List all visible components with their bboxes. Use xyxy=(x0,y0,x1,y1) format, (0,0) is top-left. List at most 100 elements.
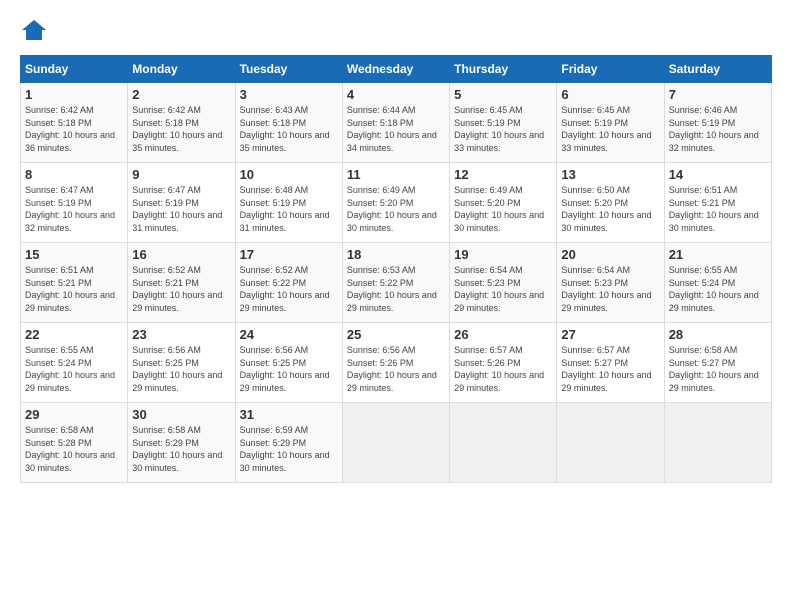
day-info: Sunrise: 6:54 AMSunset: 5:23 PMDaylight:… xyxy=(561,265,651,313)
day-number: 20 xyxy=(561,247,659,262)
calendar-cell: 13 Sunrise: 6:50 AMSunset: 5:20 PMDaylig… xyxy=(557,163,664,243)
day-number: 27 xyxy=(561,327,659,342)
calendar-cell: 14 Sunrise: 6:51 AMSunset: 5:21 PMDaylig… xyxy=(664,163,771,243)
day-number: 12 xyxy=(454,167,552,182)
weekday-header-sunday: Sunday xyxy=(21,56,128,83)
calendar-cell: 15 Sunrise: 6:51 AMSunset: 5:21 PMDaylig… xyxy=(21,243,128,323)
calendar-cell: 2 Sunrise: 6:42 AMSunset: 5:18 PMDayligh… xyxy=(128,83,235,163)
day-number: 8 xyxy=(25,167,123,182)
day-number: 4 xyxy=(347,87,445,102)
calendar-cell xyxy=(450,403,557,483)
week-row-2: 8 Sunrise: 6:47 AMSunset: 5:19 PMDayligh… xyxy=(21,163,772,243)
day-number: 14 xyxy=(669,167,767,182)
day-number: 16 xyxy=(132,247,230,262)
calendar-table: SundayMondayTuesdayWednesdayThursdayFrid… xyxy=(20,55,772,483)
day-info: Sunrise: 6:56 AMSunset: 5:26 PMDaylight:… xyxy=(347,345,437,393)
day-info: Sunrise: 6:55 AMSunset: 5:24 PMDaylight:… xyxy=(25,345,115,393)
day-info: Sunrise: 6:55 AMSunset: 5:24 PMDaylight:… xyxy=(669,265,759,313)
day-info: Sunrise: 6:56 AMSunset: 5:25 PMDaylight:… xyxy=(132,345,222,393)
day-info: Sunrise: 6:47 AMSunset: 5:19 PMDaylight:… xyxy=(25,185,115,233)
header xyxy=(20,20,772,45)
calendar-cell xyxy=(342,403,449,483)
day-number: 31 xyxy=(240,407,338,422)
calendar-cell: 22 Sunrise: 6:55 AMSunset: 5:24 PMDaylig… xyxy=(21,323,128,403)
calendar-cell: 24 Sunrise: 6:56 AMSunset: 5:25 PMDaylig… xyxy=(235,323,342,403)
calendar-cell: 12 Sunrise: 6:49 AMSunset: 5:20 PMDaylig… xyxy=(450,163,557,243)
week-row-3: 15 Sunrise: 6:51 AMSunset: 5:21 PMDaylig… xyxy=(21,243,772,323)
day-number: 18 xyxy=(347,247,445,262)
day-info: Sunrise: 6:50 AMSunset: 5:20 PMDaylight:… xyxy=(561,185,651,233)
day-info: Sunrise: 6:54 AMSunset: 5:23 PMDaylight:… xyxy=(454,265,544,313)
calendar-cell: 27 Sunrise: 6:57 AMSunset: 5:27 PMDaylig… xyxy=(557,323,664,403)
day-number: 28 xyxy=(669,327,767,342)
day-info: Sunrise: 6:48 AMSunset: 5:19 PMDaylight:… xyxy=(240,185,330,233)
calendar-cell: 3 Sunrise: 6:43 AMSunset: 5:18 PMDayligh… xyxy=(235,83,342,163)
day-info: Sunrise: 6:46 AMSunset: 5:19 PMDaylight:… xyxy=(669,105,759,153)
day-info: Sunrise: 6:52 AMSunset: 5:22 PMDaylight:… xyxy=(240,265,330,313)
weekday-header-tuesday: Tuesday xyxy=(235,56,342,83)
logo-text xyxy=(20,20,46,45)
calendar-cell: 8 Sunrise: 6:47 AMSunset: 5:19 PMDayligh… xyxy=(21,163,128,243)
calendar-cell: 29 Sunrise: 6:58 AMSunset: 5:28 PMDaylig… xyxy=(21,403,128,483)
calendar-cell: 19 Sunrise: 6:54 AMSunset: 5:23 PMDaylig… xyxy=(450,243,557,323)
day-info: Sunrise: 6:57 AMSunset: 5:27 PMDaylight:… xyxy=(561,345,651,393)
day-number: 11 xyxy=(347,167,445,182)
day-number: 29 xyxy=(25,407,123,422)
calendar-cell: 20 Sunrise: 6:54 AMSunset: 5:23 PMDaylig… xyxy=(557,243,664,323)
day-info: Sunrise: 6:44 AMSunset: 5:18 PMDaylight:… xyxy=(347,105,437,153)
calendar-cell: 30 Sunrise: 6:58 AMSunset: 5:29 PMDaylig… xyxy=(128,403,235,483)
day-info: Sunrise: 6:49 AMSunset: 5:20 PMDaylight:… xyxy=(347,185,437,233)
day-number: 25 xyxy=(347,327,445,342)
calendar-cell: 5 Sunrise: 6:45 AMSunset: 5:19 PMDayligh… xyxy=(450,83,557,163)
calendar-cell: 17 Sunrise: 6:52 AMSunset: 5:22 PMDaylig… xyxy=(235,243,342,323)
day-number: 6 xyxy=(561,87,659,102)
day-number: 7 xyxy=(669,87,767,102)
day-info: Sunrise: 6:59 AMSunset: 5:29 PMDaylight:… xyxy=(240,425,330,473)
day-number: 15 xyxy=(25,247,123,262)
day-number: 2 xyxy=(132,87,230,102)
day-number: 5 xyxy=(454,87,552,102)
day-info: Sunrise: 6:58 AMSunset: 5:28 PMDaylight:… xyxy=(25,425,115,473)
day-number: 3 xyxy=(240,87,338,102)
calendar-cell: 11 Sunrise: 6:49 AMSunset: 5:20 PMDaylig… xyxy=(342,163,449,243)
day-number: 19 xyxy=(454,247,552,262)
calendar-cell xyxy=(664,403,771,483)
week-row-1: 1 Sunrise: 6:42 AMSunset: 5:18 PMDayligh… xyxy=(21,83,772,163)
day-info: Sunrise: 6:42 AMSunset: 5:18 PMDaylight:… xyxy=(132,105,222,153)
day-info: Sunrise: 6:47 AMSunset: 5:19 PMDaylight:… xyxy=(132,185,222,233)
calendar-cell: 23 Sunrise: 6:56 AMSunset: 5:25 PMDaylig… xyxy=(128,323,235,403)
day-info: Sunrise: 6:58 AMSunset: 5:27 PMDaylight:… xyxy=(669,345,759,393)
calendar-cell: 4 Sunrise: 6:44 AMSunset: 5:18 PMDayligh… xyxy=(342,83,449,163)
calendar-cell xyxy=(557,403,664,483)
logo-icon xyxy=(22,20,46,40)
calendar-cell: 9 Sunrise: 6:47 AMSunset: 5:19 PMDayligh… xyxy=(128,163,235,243)
day-number: 26 xyxy=(454,327,552,342)
day-info: Sunrise: 6:58 AMSunset: 5:29 PMDaylight:… xyxy=(132,425,222,473)
week-row-5: 29 Sunrise: 6:58 AMSunset: 5:28 PMDaylig… xyxy=(21,403,772,483)
day-number: 9 xyxy=(132,167,230,182)
calendar-cell: 10 Sunrise: 6:48 AMSunset: 5:19 PMDaylig… xyxy=(235,163,342,243)
day-info: Sunrise: 6:45 AMSunset: 5:19 PMDaylight:… xyxy=(454,105,544,153)
weekday-header-thursday: Thursday xyxy=(450,56,557,83)
day-number: 17 xyxy=(240,247,338,262)
calendar-cell: 18 Sunrise: 6:53 AMSunset: 5:22 PMDaylig… xyxy=(342,243,449,323)
calendar-cell: 21 Sunrise: 6:55 AMSunset: 5:24 PMDaylig… xyxy=(664,243,771,323)
day-info: Sunrise: 6:52 AMSunset: 5:21 PMDaylight:… xyxy=(132,265,222,313)
day-info: Sunrise: 6:51 AMSunset: 5:21 PMDaylight:… xyxy=(25,265,115,313)
day-number: 24 xyxy=(240,327,338,342)
calendar-cell: 31 Sunrise: 6:59 AMSunset: 5:29 PMDaylig… xyxy=(235,403,342,483)
logo xyxy=(20,20,46,45)
day-number: 10 xyxy=(240,167,338,182)
day-info: Sunrise: 6:57 AMSunset: 5:26 PMDaylight:… xyxy=(454,345,544,393)
calendar-cell: 25 Sunrise: 6:56 AMSunset: 5:26 PMDaylig… xyxy=(342,323,449,403)
calendar-body: 1 Sunrise: 6:42 AMSunset: 5:18 PMDayligh… xyxy=(21,83,772,483)
day-number: 21 xyxy=(669,247,767,262)
calendar-cell: 16 Sunrise: 6:52 AMSunset: 5:21 PMDaylig… xyxy=(128,243,235,323)
calendar-cell: 26 Sunrise: 6:57 AMSunset: 5:26 PMDaylig… xyxy=(450,323,557,403)
weekday-header-saturday: Saturday xyxy=(664,56,771,83)
day-info: Sunrise: 6:49 AMSunset: 5:20 PMDaylight:… xyxy=(454,185,544,233)
calendar-cell: 7 Sunrise: 6:46 AMSunset: 5:19 PMDayligh… xyxy=(664,83,771,163)
day-info: Sunrise: 6:45 AMSunset: 5:19 PMDaylight:… xyxy=(561,105,651,153)
weekday-header-wednesday: Wednesday xyxy=(342,56,449,83)
day-info: Sunrise: 6:42 AMSunset: 5:18 PMDaylight:… xyxy=(25,105,115,153)
